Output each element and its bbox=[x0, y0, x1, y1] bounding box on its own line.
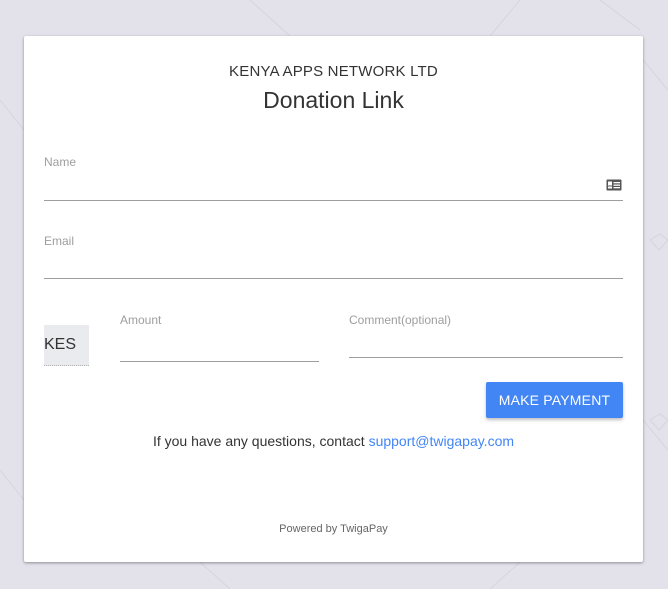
powered-by: Powered by TwigaPay bbox=[279, 523, 388, 535]
amount-underline bbox=[120, 361, 319, 362]
name-label: Name bbox=[44, 155, 77, 169]
amount-label: Amount bbox=[120, 313, 162, 327]
donation-card: KENYA APPS NETWORK LTD Donation Link Nam… bbox=[24, 36, 643, 562]
contact-line: If you have any questions, contact suppo… bbox=[24, 433, 643, 449]
email-field[interactable] bbox=[44, 255, 623, 277]
amount-field[interactable] bbox=[120, 336, 319, 358]
comment-underline bbox=[349, 357, 623, 358]
support-email-link[interactable]: support@twigapay.com bbox=[369, 433, 514, 449]
page-title: Donation Link bbox=[263, 87, 404, 113]
currency-select[interactable]: KES bbox=[44, 325, 89, 366]
comment-field[interactable] bbox=[349, 332, 623, 354]
contact-text: If you have any questions, contact bbox=[152, 433, 365, 449]
id-card-icon bbox=[606, 179, 622, 191]
email-underline bbox=[44, 278, 623, 279]
comment-label: Comment(optional) bbox=[349, 313, 452, 327]
company-name: KENYA APPS NETWORK LTD bbox=[229, 63, 438, 80]
name-underline bbox=[44, 200, 623, 201]
name-field[interactable] bbox=[44, 176, 599, 198]
email-label: Email bbox=[44, 234, 75, 248]
make-payment-button[interactable]: MAKE PAYMENT bbox=[486, 382, 623, 418]
